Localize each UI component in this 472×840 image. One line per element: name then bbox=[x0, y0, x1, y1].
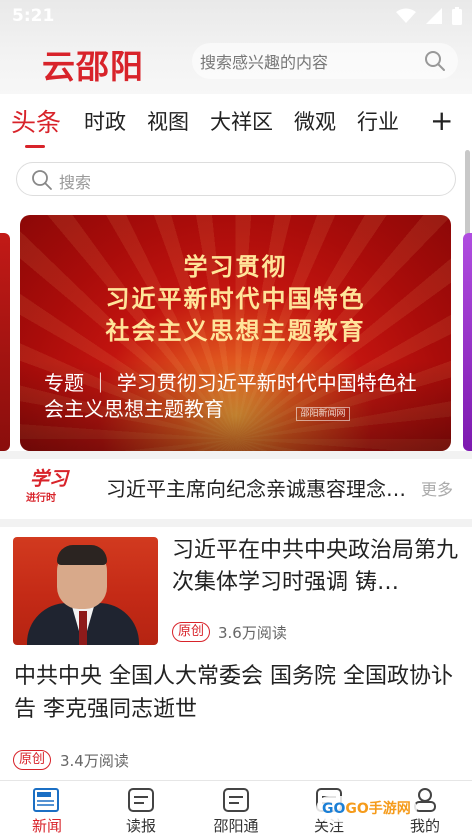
search-icon[interactable] bbox=[424, 50, 446, 72]
thumb-hair bbox=[57, 545, 107, 565]
search-icon bbox=[32, 170, 52, 190]
banner-title-line1: 学习贯彻 bbox=[183, 253, 288, 281]
read-count: 3.6万阅读 bbox=[218, 624, 287, 642]
banner-title-line3: 社会主义思想主题教育 bbox=[105, 317, 366, 345]
content-search-placeholder: 搜索 bbox=[59, 173, 92, 192]
thumb-tie bbox=[79, 611, 87, 645]
nav-shaoyang-service-label: 邵阳通 bbox=[213, 817, 259, 835]
watermark-part1: GO bbox=[322, 801, 346, 817]
section-divider bbox=[0, 519, 472, 527]
add-channel-button[interactable]: + bbox=[430, 107, 453, 135]
battery-icon bbox=[452, 7, 462, 25]
watermark-part2: GO手游网 bbox=[345, 801, 411, 817]
nav-shaoyang-service[interactable]: 邵阳通 bbox=[201, 787, 271, 836]
study-logo-line1: 学习 bbox=[30, 468, 69, 490]
study-logo-line2: 进行时 bbox=[26, 493, 56, 504]
wifi-icon bbox=[396, 8, 416, 23]
nav-news-label: 新闻 bbox=[31, 817, 62, 835]
more-link[interactable]: 更多 bbox=[421, 476, 453, 500]
banner-title-line2: 习近平新时代中国特色 bbox=[105, 285, 366, 313]
section-divider bbox=[0, 451, 472, 459]
original-badge: 原创 bbox=[13, 750, 52, 770]
tab-microview[interactable]: 微观 bbox=[294, 106, 336, 136]
nav-news[interactable]: 新闻 bbox=[12, 787, 82, 836]
tab-view[interactable]: 视图 bbox=[147, 106, 189, 136]
status-time: 5:21 bbox=[12, 6, 55, 26]
signal-icon bbox=[426, 8, 442, 24]
banner-watermark: 邵阳新闻网 bbox=[296, 407, 350, 421]
study-logo: 学习 进行时 bbox=[26, 463, 70, 507]
header-search-placeholder: 搜索感兴趣的内容 bbox=[200, 53, 329, 72]
service-icon bbox=[223, 788, 249, 812]
original-badge: 原创 bbox=[172, 622, 211, 642]
content-search-bar[interactable]: 搜索 bbox=[16, 162, 456, 196]
carousel-next-peek[interactable] bbox=[463, 233, 472, 451]
carousel-prev-peek[interactable] bbox=[0, 233, 10, 451]
nav-newspaper-label: 读报 bbox=[125, 817, 156, 835]
read-count: 3.4万阅读 bbox=[60, 752, 129, 770]
banner-caption: 专题 ｜ 学习贯彻习近平新时代中国特色社会主义思想主题教育 bbox=[44, 371, 417, 421]
active-tab-indicator bbox=[25, 145, 45, 148]
news-title[interactable]: 中共中央 全国人大常委会 国务院 全国政协讣告 李克强同志逝世 bbox=[14, 660, 458, 726]
app-logo: 云邵阳 bbox=[42, 47, 144, 86]
ticker-headline[interactable]: 习近平主席向纪念亲诚惠容理念提出十周年国际研讨会致贺信 bbox=[106, 473, 406, 502]
news-thumbnail[interactable] bbox=[13, 537, 158, 645]
news-icon bbox=[33, 788, 59, 812]
tab-headline[interactable]: 头条 bbox=[11, 103, 61, 139]
tab-politics[interactable]: 时政 bbox=[84, 106, 126, 136]
banner-slide[interactable]: 学习贯彻 习近平新时代中国特色 社会主义思想主题教育 专题 ｜ 学习贯彻习近平新… bbox=[20, 215, 451, 451]
status-icons bbox=[396, 6, 462, 26]
tab-industry[interactable]: 行业 bbox=[357, 106, 399, 136]
watermark-logo: GOGO手游网 bbox=[316, 796, 417, 822]
header-search-bar[interactable]: 搜索感兴趣的内容 bbox=[192, 43, 458, 79]
tab-daxiang[interactable]: 大祥区 bbox=[210, 106, 273, 136]
news-title[interactable]: 习近平在中共中央政治局第九次集体学习时强调 铸… bbox=[172, 535, 458, 599]
status-bar: 5:21 bbox=[0, 0, 472, 32]
channel-tabs: 头条 时政 视图 大祥区 微观 行业 bbox=[0, 94, 472, 150]
newspaper-icon bbox=[128, 788, 154, 812]
nav-newspaper[interactable]: 读报 bbox=[106, 787, 176, 836]
